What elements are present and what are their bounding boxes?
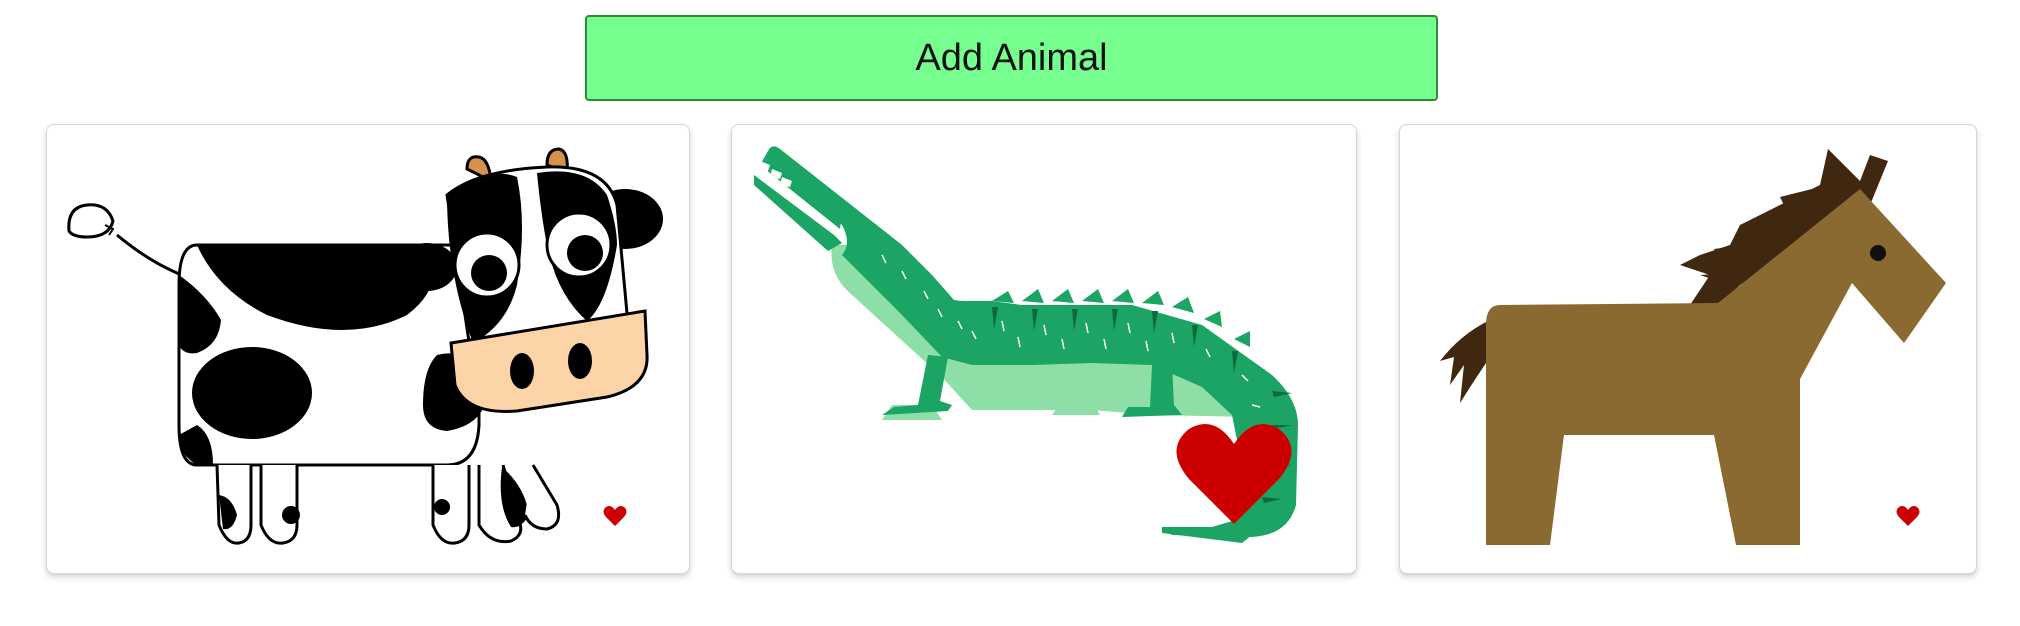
heart-icon	[1176, 424, 1292, 524]
cow-icon	[67, 147, 663, 545]
animal-card-cow	[46, 124, 690, 574]
like-button[interactable]	[1174, 419, 1294, 529]
animal-card-crocodile	[731, 124, 1357, 574]
animal-card-horse	[1399, 124, 1977, 574]
add-animal-button[interactable]: Add Animal	[585, 15, 1438, 101]
heart-icon	[1896, 506, 1920, 526]
heart-icon	[603, 506, 627, 526]
like-button[interactable]	[603, 505, 627, 527]
horse-icon	[1440, 149, 1946, 545]
like-button[interactable]	[1896, 505, 1920, 527]
